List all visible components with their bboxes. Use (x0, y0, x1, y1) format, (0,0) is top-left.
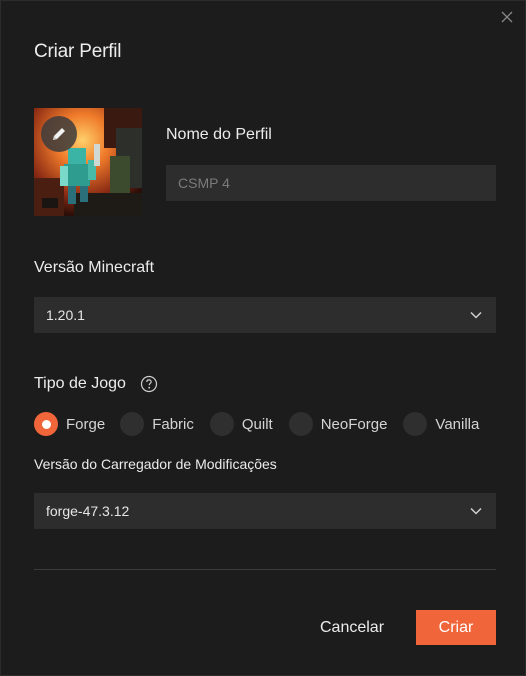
radio-indicator (288, 412, 313, 436)
radio-label: Quilt (241, 415, 273, 433)
question-circle-icon[interactable] (140, 375, 158, 393)
loader-version-value: forge-47.3.12 (46, 503, 130, 519)
radio-forge[interactable]: Forge (34, 412, 105, 436)
radio-indicator (34, 412, 58, 436)
edit-thumbnail-button[interactable] (41, 116, 77, 152)
radio-label: Vanilla (435, 415, 480, 433)
pencil-icon (53, 128, 65, 140)
radio-label: NeoForge (320, 415, 388, 433)
loader-version-select[interactable]: forge-47.3.12 (34, 493, 496, 529)
footer-divider (34, 569, 496, 570)
chevron-down-icon (470, 311, 482, 319)
game-type-radio-group: Forge Fabric Quilt NeoForge Vanilla (34, 412, 479, 436)
radio-label: Forge (66, 415, 106, 433)
radio-indicator (120, 412, 145, 436)
radio-fabric[interactable]: Fabric (120, 412, 194, 436)
cancel-button[interactable]: Cancelar (307, 611, 397, 645)
radio-indicator (209, 412, 234, 436)
minecraft-version-value: 1.20.1 (46, 307, 85, 323)
chevron-down-icon (470, 507, 482, 515)
minecraft-version-select[interactable]: 1.20.1 (34, 297, 496, 333)
minecraft-version-label: Versão Minecraft (34, 259, 155, 276)
close-icon[interactable] (499, 9, 515, 25)
create-profile-dialog: Criar Perfil Nome do Perfil CSMP 4 Versã… (0, 0, 526, 676)
radio-quilt[interactable]: Quilt (209, 412, 273, 436)
radio-indicator (403, 412, 428, 436)
radio-label: Fabric (152, 415, 194, 433)
dialog-title: Criar Perfil (34, 41, 122, 62)
profile-name-label: Nome do Perfil (166, 126, 272, 143)
radio-neoforge[interactable]: NeoForge (288, 412, 388, 436)
game-type-label: Tipo de Jogo (34, 375, 126, 392)
loader-version-label: Versão do Carregador de Modificações (34, 456, 277, 472)
radio-vanilla[interactable]: Vanilla (403, 412, 479, 436)
create-button[interactable]: Criar (416, 610, 496, 645)
profile-name-input[interactable] (166, 165, 496, 201)
